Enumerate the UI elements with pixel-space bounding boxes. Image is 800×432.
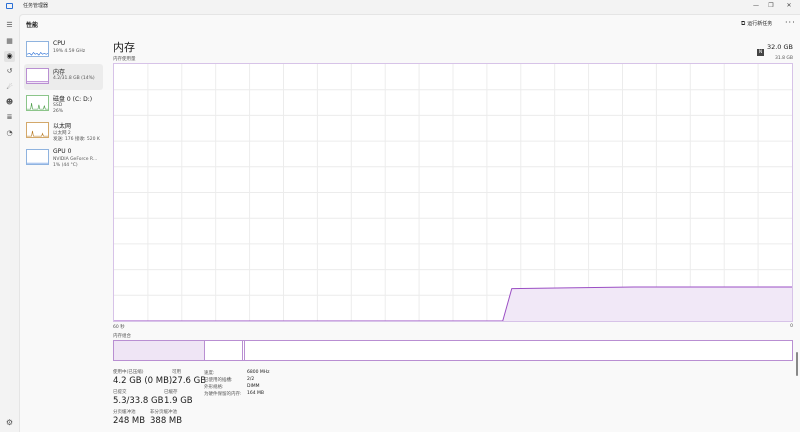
perf-item-name: 磁盘 0 (C: D:) <box>53 96 93 103</box>
stat-paged-pool: 分页缓冲池 248 MB <box>113 409 145 426</box>
memory-usage-graph <box>113 63 793 322</box>
memory-title: 内存 <box>113 41 135 54</box>
memory-usage-max: 31.8 GB <box>774 56 793 61</box>
perf-item-name: GPU 0 <box>53 148 72 155</box>
spec-value: 2/2 <box>247 377 255 382</box>
close-button[interactable]: ✕ <box>782 1 796 11</box>
stat-value: 1.9 GB <box>164 396 193 406</box>
stat-label: 已缓存 <box>164 390 178 395</box>
perf-item-detail: 26% <box>53 109 64 114</box>
nav-rail: ☰ ▦ ◉ ↺ ☄ ☻ ≣ ◔ <box>0 14 19 432</box>
composition-standby <box>243 341 245 360</box>
composition-in-use <box>114 341 205 360</box>
stat-cached: 已缓存 1.9 GB <box>164 389 193 406</box>
task-manager-app-icon <box>6 3 13 9</box>
app-history-icon[interactable]: ↺ <box>4 66 15 77</box>
hamburger-menu-icon[interactable]: ☰ <box>4 20 15 31</box>
disk-thumbnail-graph <box>26 95 49 111</box>
perf-item-detail: NVIDIA GeForce R... <box>53 157 98 162</box>
content-surface: 性能 ⧉ 运行新任务 ··· CPU 19% 4.59 GHz 内存 4.2/31… <box>19 14 800 432</box>
total-capacity: 32.0 GB <box>766 43 793 51</box>
perf-item-detail: 1% (44 °C) <box>53 163 78 168</box>
axis-start-label: 60 秒 <box>113 325 125 330</box>
memory-usage-svg <box>114 64 792 321</box>
perf-item-detail: SSD <box>53 103 63 108</box>
gpu-thumbnail-graph <box>26 149 49 165</box>
settings-icon[interactable]: ⚙ <box>4 417 15 428</box>
processes-icon[interactable]: ▦ <box>4 36 15 47</box>
graph-grid <box>114 64 792 321</box>
perf-item-disk[interactable]: 磁盘 0 (C: D:) SSD 26% <box>24 91 103 117</box>
title-bar: 任务管理器 — ❐ ✕ <box>0 0 800 13</box>
page-title: 性能 <box>26 22 39 29</box>
spec-value: 6800 MHz <box>247 370 270 375</box>
memory-usage-label: 内存使用量 <box>113 57 136 62</box>
perf-item-cpu[interactable]: CPU 19% 4.59 GHz <box>24 37 103 63</box>
perf-item-memory[interactable]: 内存 4.2/31.8 GB (14%) <box>24 64 103 90</box>
spec-value: DIMM <box>247 384 260 389</box>
spec-key: 为硬件保留的内存: <box>204 392 242 397</box>
stat-in-use: 使用中(已压缩) 4.2 GB (0 MB) <box>113 369 172 386</box>
stat-label: 非分页缓冲池 <box>150 410 177 415</box>
memory-composition-bar <box>113 340 793 361</box>
minimize-button[interactable]: — <box>749 1 763 11</box>
stat-value: 248 MB <box>113 416 146 426</box>
stat-committed: 已提交 5.3/33.8 GB <box>113 389 163 406</box>
scrollbar-thumb[interactable] <box>796 352 798 376</box>
spec-key: 速度: <box>204 371 215 376</box>
new-task-icon: ⧉ <box>741 20 746 27</box>
memory-detail-panel: 内存 32.0 GB N 内存使用量 31.8 GB 60 秒 0 内存组合 使… <box>113 37 793 432</box>
perf-item-name: CPU <box>53 40 66 47</box>
run-new-task-label: 运行新任务 <box>747 21 773 27</box>
stat-label: 已提交 <box>113 390 127 395</box>
spec-key: 外形规格: <box>204 385 224 390</box>
perf-item-detail: 4.2/31.8 GB (14%) <box>53 76 95 81</box>
stat-value: 5.3/33.8 GB <box>113 396 164 406</box>
stat-label: 分页缓冲池 <box>113 410 136 415</box>
perf-item-detail: 发送: 176 接收: 520 K <box>53 137 100 142</box>
axis-end-label: 0 <box>790 324 793 329</box>
perf-item-name: 内存 <box>53 69 66 76</box>
perf-item-gpu[interactable]: GPU 0 NVIDIA GeForce R... 1% (44 °C) <box>24 145 103 171</box>
details-icon[interactable]: ≣ <box>4 112 15 123</box>
stat-value: 4.2 GB (0 MB) <box>113 376 173 386</box>
more-options-button[interactable]: ··· <box>785 18 796 27</box>
window-title: 任务管理器 <box>23 3 49 9</box>
services-icon[interactable]: ◔ <box>4 128 15 139</box>
users-icon[interactable]: ☻ <box>4 97 15 108</box>
n-badge: N <box>757 49 764 56</box>
perf-item-name: 以太网 <box>53 123 72 130</box>
maximize-button[interactable]: ❐ <box>764 1 778 11</box>
stat-label: 使用中(已压缩) <box>113 370 144 375</box>
memory-thumbnail-graph <box>26 68 49 84</box>
stat-available: 可用 27.6 GB <box>172 369 206 386</box>
run-new-task-button[interactable]: ⧉ 运行新任务 <box>741 20 772 28</box>
perf-item-detail: 19% 4.59 GHz <box>53 49 86 54</box>
spec-key: 已使用的插槽: <box>204 378 233 383</box>
cpu-thumbnail-graph <box>26 41 49 57</box>
performance-icon[interactable]: ◉ <box>4 51 15 62</box>
spec-value: 164 MB <box>247 391 264 396</box>
stat-value: 27.6 GB <box>172 376 207 386</box>
stat-label: 可用 <box>172 370 181 375</box>
stat-value: 388 MB <box>150 416 183 426</box>
performance-list: CPU 19% 4.59 GHz 内存 4.2/31.8 GB (14%) 磁盘… <box>24 37 103 172</box>
perf-item-ethernet[interactable]: 以太网 以太网 2 发送: 176 接收: 520 K <box>24 118 103 144</box>
stat-nonpaged-pool: 非分页缓冲池 388 MB <box>150 409 182 426</box>
memory-composition-label: 内存组合 <box>113 334 131 339</box>
ethernet-thumbnail-graph <box>26 122 49 138</box>
startup-apps-icon[interactable]: ☄ <box>4 82 15 93</box>
composition-modified <box>205 341 243 360</box>
